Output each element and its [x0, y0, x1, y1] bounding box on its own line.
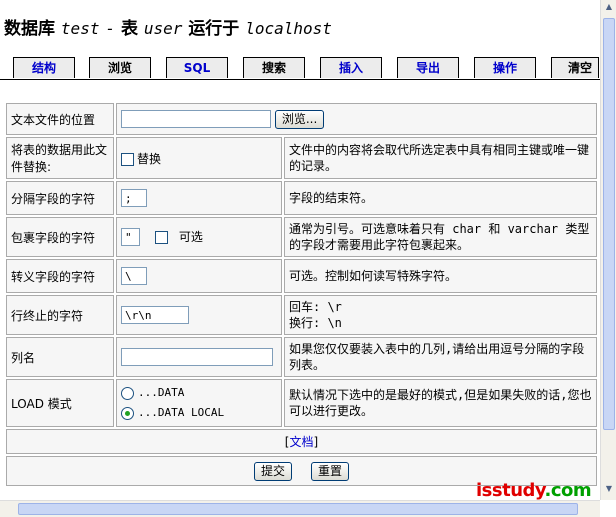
tab-search[interactable]: 搜索 — [243, 57, 305, 78]
replace-checkbox-label: 替换 — [137, 151, 162, 166]
field-separator-label: 分隔字段的字符 — [6, 181, 114, 215]
title-table-word: 表 — [120, 19, 138, 39]
tab-bar: 结构 浏览 SQL 搜索 插入 导出 操作 清空 — [0, 53, 600, 80]
tab-empty[interactable]: 清空 — [551, 57, 599, 78]
tab-export[interactable]: 导出 — [397, 57, 459, 78]
enclosed-optional-checkbox[interactable] — [155, 230, 169, 244]
enclosed-input[interactable]: " — [121, 228, 140, 247]
escaped-cell: \ — [116, 259, 282, 293]
documentation-row: [文档] — [6, 429, 597, 454]
scroll-up-icon[interactable]: ▲ — [603, 2, 615, 16]
line-terminator-input[interactable]: \r\n — [121, 306, 189, 324]
escaped-label: 转义字段的字符 — [6, 259, 114, 293]
field-separator-input[interactable]: ; — [121, 189, 147, 207]
enclosed-description: 通常为引号。可选意味着只有 char 和 varchar 类型的字段才需要用此字… — [284, 217, 597, 257]
line-terminator-label: 行终止的字符 — [6, 295, 114, 335]
file-location-label: 文本文件的位置 — [6, 103, 114, 135]
submit-button[interactable]: 提交 — [253, 461, 292, 481]
columns-cell — [116, 337, 282, 377]
database-name: test — [60, 19, 100, 38]
tab-insert[interactable]: 插入 — [320, 57, 382, 78]
documentation-link[interactable]: 文档 — [289, 435, 313, 449]
table-name: user — [143, 19, 183, 38]
escaped-description: 可选。控制如何读写特殊字符。 — [284, 259, 597, 293]
load-mode-option-data-local[interactable]: ...DATA LOCAL — [121, 403, 277, 423]
enclosed-label: 包裹字段的字符 — [6, 217, 114, 257]
tab-sql[interactable]: SQL — [166, 57, 228, 78]
load-data-local-radio-label: ...DATA LOCAL — [138, 406, 225, 419]
title-prefix: 数据库 — [4, 19, 55, 39]
escaped-input[interactable]: \ — [121, 267, 147, 285]
doc-bracket-close: ] — [313, 435, 319, 449]
line-terminator-description: 回车: \r 换行: \n — [284, 295, 597, 335]
load-mode-label: LOAD 模式 — [6, 379, 114, 427]
columns-input[interactable] — [121, 348, 273, 366]
horizontal-scroll-thumb[interactable] — [18, 503, 578, 515]
watermark-domain: .com — [544, 480, 592, 501]
load-mode-cell: ...DATA ...DATA LOCAL — [116, 379, 282, 427]
load-mode-description: 默认情况下选中的是最好的模式,但是如果失败的话,您也可以进行更改。 — [284, 379, 597, 427]
line-terminator-cell: \r\n — [116, 295, 282, 335]
file-location-input[interactable] — [121, 110, 271, 128]
watermark-main: isstudy — [476, 480, 545, 501]
load-data-radio-label: ...DATA — [138, 386, 185, 399]
replace-cell: 替换 — [116, 137, 282, 179]
reset-button[interactable]: 重置 — [311, 461, 350, 481]
title-runs-on: 运行于 — [188, 19, 240, 39]
import-form: 文本文件的位置 浏览... 将表的数据用此文件替换: 替换 文件中的内容将会取代… — [4, 101, 597, 497]
site-watermark: isstudy.com — [476, 480, 592, 501]
load-data-local-radio[interactable] — [121, 406, 134, 420]
load-data-radio[interactable] — [121, 386, 134, 400]
vertical-scroll-thumb[interactable] — [603, 18, 615, 430]
title-dash: - — [105, 19, 116, 38]
tab-browse[interactable]: 浏览 — [89, 57, 151, 78]
horizontal-scrollbar[interactable] — [0, 500, 600, 517]
field-separator-cell: ; — [116, 181, 282, 215]
replace-checkbox[interactable] — [121, 152, 134, 166]
enclosed-cell: " 可选 — [116, 217, 282, 257]
replace-label: 将表的数据用此文件替换: — [6, 137, 114, 179]
browse-button[interactable]: 浏览... — [274, 109, 325, 129]
vertical-scrollbar[interactable]: ▲ ▼ — [600, 0, 616, 500]
line-feed-note: 换行: \n — [289, 316, 342, 330]
file-location-cell: 浏览... — [116, 103, 597, 135]
field-separator-description: 字段的结束符。 — [284, 181, 597, 215]
carriage-return-note: 回车: \r — [289, 300, 342, 314]
enclosed-optional-label: 可选 — [178, 229, 203, 244]
tab-structure[interactable]: 结构 — [13, 57, 75, 78]
columns-label: 列名 — [6, 337, 114, 377]
load-mode-option-data[interactable]: ...DATA — [121, 383, 277, 403]
host-name: localhost — [245, 19, 332, 38]
page-title: 数据库 test - 表 user 运行于 localhost — [4, 14, 332, 39]
scroll-down-icon[interactable]: ▼ — [603, 484, 615, 498]
columns-description: 如果您仅仅要装入表中的几列,请给出用逗号分隔的字段列表。 — [284, 337, 597, 377]
tab-operations[interactable]: 操作 — [474, 57, 536, 78]
replace-description: 文件中的内容将会取代所选定表中具有相同主键或唯一键的记录。 — [284, 137, 597, 179]
